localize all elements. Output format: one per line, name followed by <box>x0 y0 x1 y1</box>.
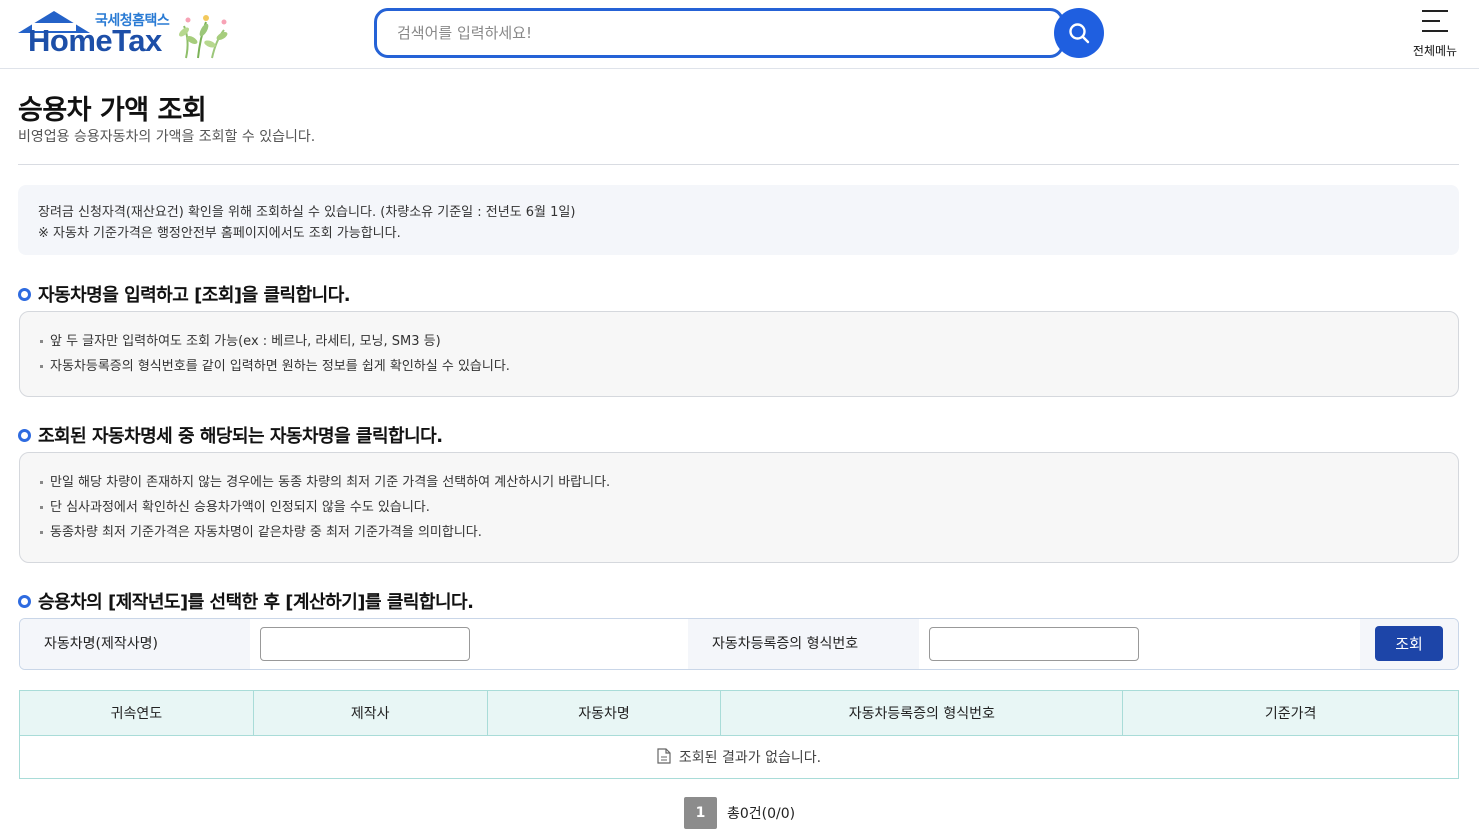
section-heading-3: 승용차의 [제작년도]를 선택한 후 [계산하기]를 클릭합니다. <box>18 588 474 614</box>
type-number-label: 자동차등록증의 형식번호 <box>688 619 919 669</box>
page-title: 승용차 가액 조회 <box>18 95 207 126</box>
guide-item: 앞 두 글자만 입력하여도 조회 가능(ex : 베르나, 라세티, 모닝, S… <box>38 329 1458 354</box>
notice-line: 장려금 신청자격(재산요건) 확인을 위해 조회하실 수 있습니다. (차량소유… <box>38 205 576 220</box>
circle-bullet-icon <box>18 428 31 442</box>
total-count: 총0건(0/0) <box>727 806 796 822</box>
notice-line: ※ 자동차 기준가격은 행정안전부 홈페이지에서도 조회 가능합니다. <box>38 226 401 241</box>
section-heading-1: 자동차명을 입력하고 [조회]을 클릭합니다. <box>18 281 351 307</box>
type-number-input[interactable] <box>929 627 1139 661</box>
car-name-input[interactable] <box>260 627 470 661</box>
column-header: 자동차명 <box>486 690 722 736</box>
search-icon <box>1069 23 1090 44</box>
notice-box: 장려금 신청자격(재산요건) 확인을 위해 조회하실 수 있습니다. (차량소유… <box>18 185 1459 255</box>
circle-bullet-icon <box>18 287 31 301</box>
guide-item: 동종차량 최저 기준가격은 자동차명이 같은차량 중 최저 기준가격을 의미합니… <box>38 520 1458 545</box>
guide-box-2: 만일 해당 차량이 존재하지 않는 경우에는 동종 차량의 최저 기준 가격을 … <box>19 452 1459 563</box>
empty-row: 조회된 결과가 없습니다. <box>19 735 1459 779</box>
guide-item: 만일 해당 차량이 존재하지 않는 경우에는 동종 차량의 최저 기준 가격을 … <box>38 470 1458 495</box>
result-table: 귀속연도 제작사 자동차명 자동차등록증의 형식번호 기준가격 조회된 결과가 … <box>19 690 1459 779</box>
page-subtitle: 비영업용 승용자동차의 가액을 조회할 수 있습니다. <box>18 129 316 145</box>
circle-bullet-icon <box>18 594 31 608</box>
hometax-logo[interactable]: 국세청홈택스 HomeTax <box>18 8 233 62</box>
full-menu-button[interactable]: 전체메뉴 <box>1405 6 1465 62</box>
page-button-current[interactable]: 1 <box>684 797 717 829</box>
table-header-row: 귀속연도 제작사 자동차명 자동차등록증의 형식번호 기준가격 <box>19 690 1459 736</box>
guide-item: 단 심사과정에서 확인하신 승용차가액이 인정되지 않을 수도 있습니다. <box>38 495 1458 520</box>
column-header: 귀속연도 <box>19 690 254 736</box>
column-header: 자동차등록증의 형식번호 <box>720 690 1124 736</box>
search-button[interactable] <box>1054 8 1104 58</box>
logo-title: HomeTax <box>28 23 162 58</box>
document-icon <box>657 748 671 764</box>
search-box <box>374 8 1064 58</box>
plant-icon <box>179 15 228 59</box>
search-input[interactable] <box>397 11 1037 55</box>
title-divider <box>18 164 1459 165</box>
column-header: 제작사 <box>252 690 488 736</box>
search-form: 자동차명(제작사명) 자동차등록증의 형식번호 조회 <box>19 618 1459 670</box>
car-name-label: 자동차명(제작사명) <box>20 619 250 669</box>
empty-result-cell: 조회된 결과가 없습니다. <box>19 735 1459 779</box>
top-header: 국세청홈택스 HomeTax 전체메뉴 <box>0 0 1479 69</box>
column-header: 기준가격 <box>1122 690 1459 736</box>
pagination: 1 총0건(0/0) <box>684 797 795 829</box>
lookup-button[interactable]: 조회 <box>1375 626 1443 661</box>
empty-message: 조회된 결과가 없습니다. <box>678 750 822 766</box>
section-heading-2: 조회된 자동차명세 중 해당되는 자동차명을 클릭합니다. <box>18 422 443 448</box>
hamburger-icon <box>1422 10 1448 32</box>
full-menu-label: 전체메뉴 <box>1412 44 1458 58</box>
guide-item: 자동차등록증의 형식번호를 같이 입력하면 원하는 정보를 쉽게 확인하실 수 … <box>38 354 1458 379</box>
guide-box-1: 앞 두 글자만 입력하여도 조회 가능(ex : 베르나, 라세티, 모닝, S… <box>19 311 1459 397</box>
